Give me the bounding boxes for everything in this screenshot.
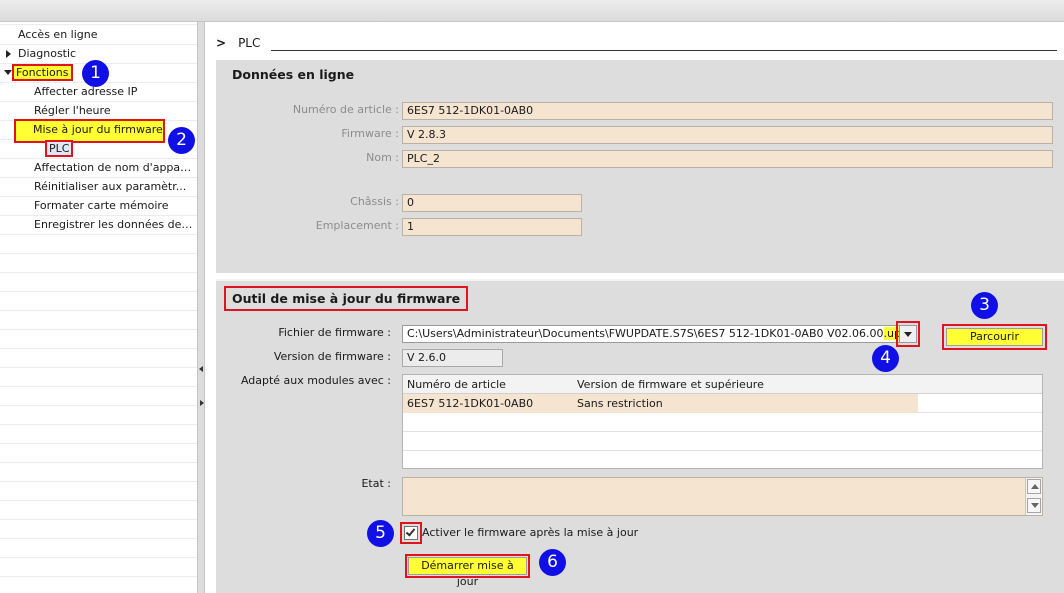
rack-label: Châssis : — [350, 195, 399, 208]
nav-item-diagnostic[interactable]: Diagnostic — [18, 45, 76, 63]
breadcrumb: > PLC — [216, 34, 260, 52]
nav-item-label: Affectation de nom d'appar... — [34, 161, 194, 174]
name-field: PLC_2 — [402, 150, 1053, 168]
nav-item-label: Affecter adresse IP — [34, 85, 138, 98]
nav-item-label: Enregistrer les données de ... — [34, 218, 194, 231]
nav-item-assign-ip[interactable]: Affecter adresse IP — [34, 83, 137, 101]
step-badge-2: 2 — [168, 127, 195, 154]
firmware-file-path: C:\Users\Administrateur\Documents\FWUPDA… — [407, 327, 884, 340]
nav-item-save-data[interactable]: Enregistrer les données de ... — [34, 216, 194, 234]
vertical-scrollbar[interactable] — [1025, 478, 1042, 515]
firmware-field: V 2.8.3 — [402, 126, 1053, 144]
online-data-section: Données en ligne Numéro de article : 6ES… — [216, 60, 1064, 273]
compatible-modules-table: Numéro de article Version de firmware et… — [402, 374, 1043, 469]
breadcrumb-label: PLC — [238, 36, 261, 50]
table-cell-version: Sans restriction — [577, 397, 663, 410]
firmware-file-label: Fichier de firmware : — [278, 326, 391, 339]
nav-item-plc[interactable]: PLC — [44, 140, 74, 158]
nav-item-label: Réinitialiser aux paramètr... — [34, 180, 187, 193]
slot-label: Emplacement : — [315, 219, 399, 232]
panel-splitter[interactable] — [197, 22, 205, 593]
nav-item-functions[interactable]: Fonctions — [12, 64, 73, 82]
firmware-label: Firmware : — [341, 127, 399, 140]
nav-item-label: Accès en ligne — [18, 28, 98, 41]
slot-field: 1 — [402, 218, 582, 236]
nav-item-label: Diagnostic — [18, 47, 77, 60]
firmware-file-field[interactable]: C:\Users\Administrateur\Documents\FWUPDA… — [402, 325, 900, 343]
scroll-down-button[interactable] — [1027, 498, 1041, 513]
compatible-modules-label: Adapté aux modules avec : — [240, 374, 391, 387]
state-label: Etat : — [361, 477, 391, 490]
navigation-tree: Accès en ligne Diagnostic Fonctions Affe… — [0, 22, 197, 593]
chevron-up-icon — [1031, 484, 1039, 489]
nav-item-label: Formater carte mémoire — [34, 199, 169, 212]
rack-field: 0 — [402, 194, 582, 212]
annotation-box — [896, 321, 920, 347]
state-textarea[interactable] — [402, 477, 1043, 516]
browse-button[interactable]: Parcourir — [942, 324, 1047, 350]
nav-item-label: Mise à jour du firmware — [33, 123, 163, 136]
step-badge-5: 5 — [367, 520, 394, 547]
chevron-down-icon — [1031, 503, 1039, 508]
window-top-bar — [0, 0, 1064, 22]
section-title: Outil de mise à jour du firmware — [224, 286, 469, 311]
table-header-row: Numéro de article Version de firmware et… — [403, 375, 1042, 394]
firmware-version-label: Version de firmware : — [273, 350, 391, 363]
firmware-update-section: Outil de mise à jour du firmware Fichier… — [216, 279, 1064, 593]
step-badge-3: 3 — [971, 292, 998, 319]
collapse-left-icon[interactable] — [199, 366, 203, 372]
annotation-box — [400, 522, 422, 544]
table-header-version: Version de firmware et supérieure — [577, 378, 764, 391]
main-content: > PLC Données en ligne Numéro de article … — [206, 22, 1064, 593]
chevron-right-icon: > — [216, 36, 227, 50]
nav-item-set-time[interactable]: Régler l'heure — [34, 102, 111, 120]
nav-item-label: Fonctions — [12, 64, 73, 81]
name-label: Nom : — [366, 151, 399, 164]
step-badge-6: 6 — [539, 549, 566, 576]
nav-item-label: Régler l'heure — [34, 104, 111, 117]
scroll-up-button[interactable] — [1027, 479, 1041, 494]
table-cell-article: 6ES7 512-1DK01-0AB0 — [407, 397, 534, 410]
table-row[interactable]: 6ES7 512-1DK01-0AB0 Sans restriction — [403, 394, 1042, 413]
table-row — [403, 413, 1042, 432]
table-header-article: Numéro de article — [407, 378, 506, 391]
nav-item-label: PLC — [44, 140, 74, 157]
nav-item-online-access[interactable]: Accès en ligne — [18, 26, 98, 44]
firmware-version-field: V 2.6.0 — [402, 349, 503, 367]
section-title: Données en ligne — [232, 67, 355, 82]
nav-item-reset-settings[interactable]: Réinitialiser aux paramètr... — [34, 178, 194, 196]
start-update-button[interactable]: Démarrer mise à jour — [405, 554, 530, 588]
expand-right-icon[interactable] — [200, 400, 204, 406]
expand-arrow-icon[interactable] — [6, 50, 11, 58]
nav-item-firmware-update[interactable]: Mise à jour du firmware — [14, 119, 165, 143]
article-number-field: 6ES7 512-1DK01-0AB0 — [402, 102, 1053, 120]
nav-item-name-assignment[interactable]: Affectation de nom d'appar... — [34, 159, 194, 177]
activate-firmware-label[interactable]: Activer le firmware après la mise à jour — [422, 526, 638, 539]
breadcrumb-divider — [271, 50, 1057, 51]
table-row — [403, 432, 1042, 451]
step-badge-1: 1 — [82, 60, 109, 87]
nav-item-format-memory-card[interactable]: Formater carte mémoire — [34, 197, 194, 215]
collapse-arrow-icon[interactable] — [4, 70, 12, 75]
step-badge-4: 4 — [872, 345, 899, 372]
article-number-label: Numéro de article : — [292, 103, 399, 116]
